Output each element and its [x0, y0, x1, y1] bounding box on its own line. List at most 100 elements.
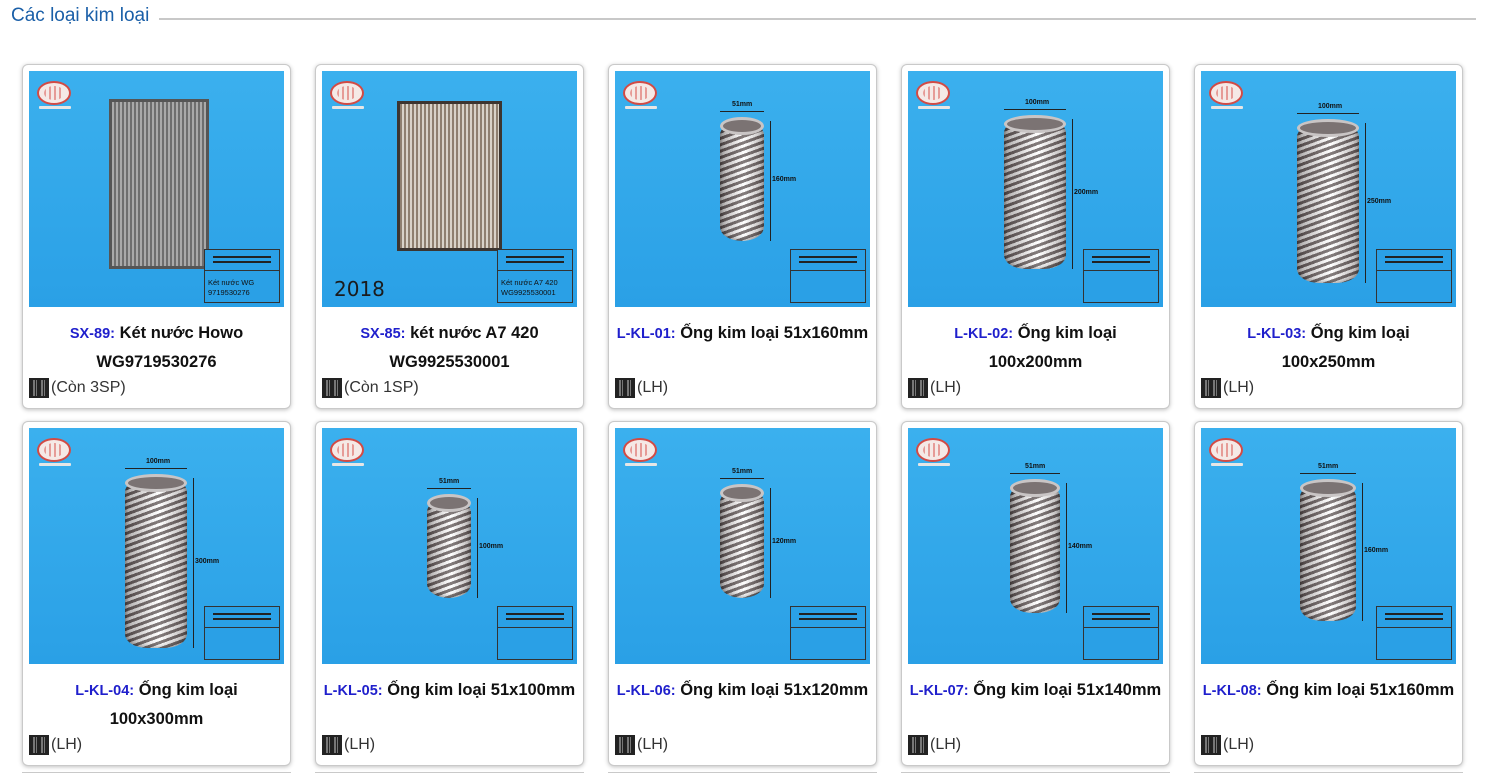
- company-logo-icon: [330, 438, 364, 468]
- qr-code-icon[interactable]: [29, 735, 49, 755]
- dimension-width-label: 51mm: [732, 101, 753, 108]
- dimension-line-length: [1365, 123, 1366, 283]
- company-logo-icon: [330, 81, 364, 111]
- product-card[interactable]: 51mm 160mm L-KL-01: Ống kim loại 51x160mm (…: [608, 64, 877, 409]
- product-title[interactable]: L-KL-08: Ống kim loại 51x160mm: [1201, 676, 1456, 705]
- qr-code-icon[interactable]: [615, 378, 635, 398]
- product-code: L-KL-02:: [954, 326, 1014, 342]
- metal-pipe-picture: [427, 498, 471, 598]
- dimension-line-length: [477, 498, 478, 598]
- product-label-box: Két nước A7 420 WG9925530001: [497, 249, 573, 303]
- stock-text: (LH): [637, 736, 669, 753]
- image-caption: Két nước WG 9719530276: [208, 278, 255, 297]
- product-card[interactable]: Két nước WG 9719530276 SX-89: Két nước Ho…: [22, 64, 291, 409]
- product-image[interactable]: 51mm 100mm: [322, 428, 577, 664]
- product-card[interactable]: 51mm 140mm L-KL-07: Ống kim loại 51x140mm (…: [901, 421, 1170, 766]
- stock-status: (Còn 1SP): [322, 377, 419, 399]
- product-title[interactable]: L-KL-01: Ống kim loại 51x160mm: [615, 319, 870, 348]
- dimension-length-label: 300mm: [195, 558, 220, 565]
- stock-text: (LH): [1223, 736, 1255, 753]
- dimension-line-width: [1300, 473, 1356, 474]
- product-card[interactable]: 51mm 100mm L-KL-05: Ống kim loại 51x100mm (…: [315, 421, 584, 766]
- product-title[interactable]: L-KL-06: Ống kim loại 51x120mm: [615, 676, 870, 705]
- product-image[interactable]: 100mm 300mm: [29, 428, 284, 664]
- metal-pipe-picture: [1297, 123, 1359, 283]
- qr-code-icon[interactable]: [1201, 378, 1221, 398]
- stock-text: (LH): [1223, 379, 1255, 396]
- pipe-opening: [1004, 115, 1066, 133]
- stock-text: (Còn 1SP): [344, 379, 419, 396]
- product-title[interactable]: L-KL-03: Ống kim loại 100x250mm: [1201, 319, 1456, 376]
- pipe-opening: [720, 117, 764, 135]
- company-logo-icon: [1209, 438, 1243, 468]
- product-name: Ống kim loại 51x120mm: [680, 681, 869, 699]
- dimension-length-label: 250mm: [1367, 198, 1392, 205]
- product-title[interactable]: L-KL-05: Ống kim loại 51x100mm: [322, 676, 577, 705]
- dimension-line-length: [1362, 483, 1363, 621]
- dimension-line-width: [125, 468, 187, 469]
- product-image[interactable]: 51mm 140mm: [908, 428, 1163, 664]
- product-card[interactable]: Két nước A7 420 WG9925530001 2018 SX-85: k…: [315, 64, 584, 409]
- product-image[interactable]: Két nước A7 420 WG9925530001 2018: [322, 71, 577, 307]
- qr-code-icon[interactable]: [322, 378, 342, 398]
- company-logo-icon: [916, 438, 950, 468]
- dimension-line-length: [770, 121, 771, 241]
- product-image[interactable]: Két nước WG 9719530276: [29, 71, 284, 307]
- product-code: SX-85:: [360, 326, 406, 342]
- product-name: Ống kim loại 51x140mm: [973, 681, 1162, 699]
- product-title[interactable]: L-KL-07: Ống kim loại 51x140mm: [908, 676, 1163, 705]
- dimension-width-label: 100mm: [1318, 103, 1343, 110]
- company-logo-icon: [37, 81, 71, 111]
- product-label-box: [1376, 249, 1452, 303]
- product-card[interactable]: 100mm 300mm L-KL-04: Ống kim loại 100x300m…: [22, 421, 291, 766]
- image-caption: Két nước A7 420 WG9925530001: [501, 278, 558, 297]
- product-label-box: Két nước WG 9719530276: [204, 249, 280, 303]
- pipe-opening: [427, 494, 471, 512]
- product-name: két nước A7 420 WG9925530001: [389, 324, 539, 371]
- product-image[interactable]: 51mm 160mm: [1201, 428, 1456, 664]
- product-title[interactable]: L-KL-04: Ống kim loại 100x300mm: [29, 676, 284, 733]
- product-card[interactable]: 51mm 160mm L-KL-08: Ống kim loại 51x160mm (…: [1194, 421, 1463, 766]
- dimension-width-label: 51mm: [1025, 463, 1046, 470]
- pipe-opening: [1010, 479, 1060, 497]
- qr-code-icon[interactable]: [322, 735, 342, 755]
- dimension-line-length: [770, 488, 771, 598]
- product-label-box: [497, 606, 573, 660]
- product-label-box: [1376, 606, 1452, 660]
- product-code: L-KL-06:: [616, 683, 676, 699]
- product-image[interactable]: 51mm 120mm: [615, 428, 870, 664]
- product-image[interactable]: 51mm 160mm: [615, 71, 870, 307]
- product-code: L-KL-05:: [323, 683, 383, 699]
- dimension-length-label: 200mm: [1074, 189, 1099, 196]
- product-image[interactable]: 100mm 250mm: [1201, 71, 1456, 307]
- dimension-width-label: 100mm: [146, 458, 171, 465]
- dimension-width-label: 100mm: [1025, 99, 1050, 106]
- qr-code-icon[interactable]: [615, 735, 635, 755]
- qr-code-icon[interactable]: [908, 378, 928, 398]
- stock-status: (LH): [29, 734, 82, 756]
- product-title[interactable]: SX-85: két nước A7 420 WG9925530001: [322, 319, 577, 376]
- stock-status: (LH): [908, 377, 961, 399]
- company-logo-icon: [37, 438, 71, 468]
- dimension-length-label: 160mm: [1364, 547, 1389, 554]
- product-card[interactable]: 100mm 250mm L-KL-03: Ống kim loại 100x250m…: [1194, 64, 1463, 409]
- product-code: L-KL-03:: [1247, 326, 1307, 342]
- product-title[interactable]: L-KL-02: Ống kim loại 100x200mm: [908, 319, 1163, 376]
- dimension-line-width: [1004, 109, 1066, 110]
- product-name: Ống kim loại 51x160mm: [1266, 681, 1455, 699]
- section-divider: [159, 18, 1476, 20]
- product-image[interactable]: 100mm 200mm: [908, 71, 1163, 307]
- product-card[interactable]: 51mm 120mm L-KL-06: Ống kim loại 51x120mm (…: [608, 421, 877, 766]
- qr-code-icon[interactable]: [1201, 735, 1221, 755]
- qr-code-icon[interactable]: [29, 378, 49, 398]
- dimension-line-length: [1066, 483, 1067, 613]
- product-title[interactable]: SX-89: Két nước Howo WG9719530276: [29, 319, 284, 376]
- pipe-opening: [1297, 119, 1359, 137]
- stock-text: (LH): [344, 736, 376, 753]
- product-code: L-KL-01:: [616, 326, 676, 342]
- pipe-opening: [720, 484, 764, 502]
- dimension-line-length: [1072, 119, 1073, 269]
- product-card[interactable]: 100mm 200mm L-KL-02: Ống kim loại 100x200m…: [901, 64, 1170, 409]
- qr-code-icon[interactable]: [908, 735, 928, 755]
- stock-text: (LH): [930, 379, 962, 396]
